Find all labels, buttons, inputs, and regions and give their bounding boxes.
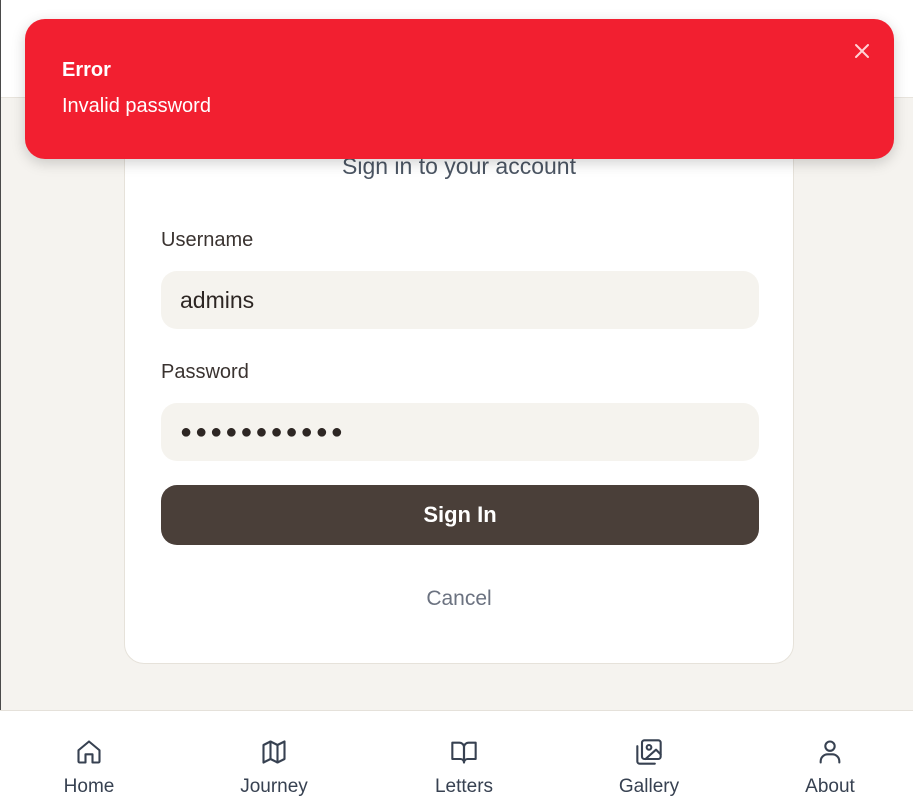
nav-item-about[interactable]: About bbox=[770, 711, 890, 797]
bottom-navigation: Home Journey Letters Gallery About bbox=[0, 710, 913, 797]
window-edge bbox=[0, 0, 1, 797]
sign-in-button[interactable]: Sign In bbox=[161, 485, 759, 545]
cancel-button[interactable]: Cancel bbox=[125, 587, 793, 611]
nav-item-home[interactable]: Home bbox=[29, 711, 149, 797]
nav-label-gallery: Gallery bbox=[618, 776, 680, 797]
nav-label-letters: Letters bbox=[434, 776, 494, 797]
error-toast: Error Invalid password bbox=[25, 19, 894, 159]
nav-label-about: About bbox=[805, 776, 855, 797]
toast-title: Error bbox=[62, 59, 111, 81]
nav-item-letters[interactable]: Letters bbox=[404, 711, 524, 797]
close-icon[interactable] bbox=[852, 41, 872, 61]
app-page: Sign in to your account Username admins … bbox=[0, 0, 913, 797]
password-input[interactable]: ●●●●●●●●●●● bbox=[161, 403, 759, 461]
username-value: admins bbox=[180, 286, 255, 313]
toast-message: Invalid password bbox=[62, 95, 211, 117]
password-label: Password bbox=[161, 361, 249, 383]
home-icon bbox=[77, 740, 101, 764]
nav-label-journey: Journey bbox=[240, 776, 308, 797]
user-icon bbox=[819, 740, 841, 764]
username-input[interactable]: admins bbox=[161, 271, 759, 329]
images-icon bbox=[636, 739, 662, 765]
username-label: Username bbox=[161, 229, 254, 251]
login-card: Sign in to your account Username admins … bbox=[124, 120, 794, 664]
password-value: ●●●●●●●●●●● bbox=[180, 420, 346, 443]
nav-label-home: Home bbox=[63, 776, 115, 797]
nav-item-gallery[interactable]: Gallery bbox=[589, 711, 709, 797]
map-icon bbox=[262, 740, 286, 764]
book-open-icon bbox=[451, 741, 477, 764]
nav-item-journey[interactable]: Journey bbox=[214, 711, 334, 797]
